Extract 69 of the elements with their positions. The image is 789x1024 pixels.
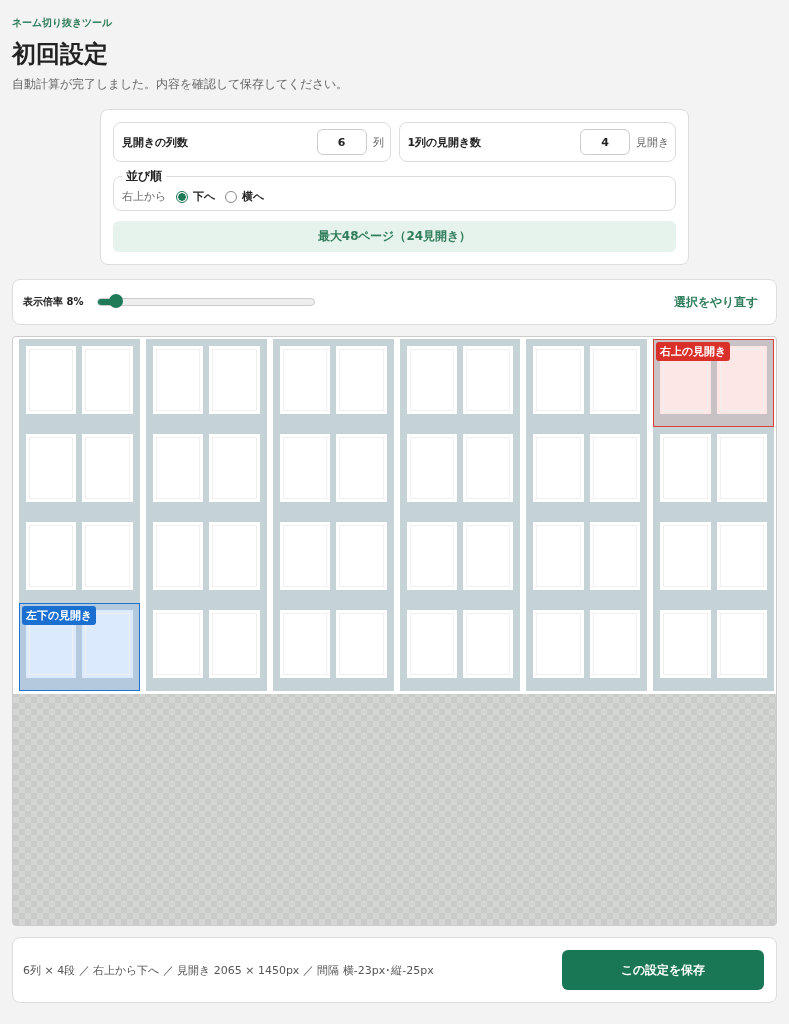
app-name: ネーム切り抜きツール <box>12 16 113 30</box>
unit-label: 列 <box>372 134 384 150</box>
field-label: 1列の見開き数 <box>407 134 483 150</box>
page-thumbnail <box>209 346 260 414</box>
save-button[interactable]: この設定を保存 <box>562 950 764 990</box>
page-thumbnail <box>533 434 584 502</box>
page-thumbnail <box>209 434 260 502</box>
page-thumbnail <box>209 610 260 678</box>
reset-selection-link[interactable]: 選択をやり直す <box>674 293 758 311</box>
order-prefix: 右上から <box>122 189 166 204</box>
page-thumbnail <box>462 610 514 678</box>
page-thumbnail <box>279 346 331 414</box>
radio-option[interactable]: 下へ <box>176 189 215 204</box>
page-thumbnail <box>716 346 767 414</box>
radio-option[interactable]: 横へ <box>225 189 264 204</box>
page-thumbnail <box>589 346 641 414</box>
page-thumbnail <box>336 346 387 414</box>
page-thumbnail <box>279 610 331 678</box>
page-thumbnail <box>533 610 584 678</box>
spread-tag: 右上の見開き <box>656 342 731 361</box>
field-label: 見開きの列数 <box>122 134 189 150</box>
number-field[interactable]: 6 <box>316 129 367 155</box>
page-title: 初回設定 <box>12 39 109 70</box>
unit-label: 見開き <box>636 134 669 150</box>
page-thumbnail <box>406 346 457 414</box>
page-thumbnail <box>589 522 641 590</box>
spread-tag: 左下の見開き <box>22 606 96 625</box>
page-thumbnail <box>462 434 514 502</box>
page-thumbnail <box>152 610 204 678</box>
page-thumbnail <box>336 434 387 502</box>
page-subtitle: 自動計算が完了しました。内容を確認して保存してください。 <box>12 76 349 93</box>
page-thumbnail <box>660 610 711 678</box>
page-thumbnail <box>26 522 77 590</box>
page-thumbnail <box>82 610 133 678</box>
page-thumbnail <box>82 346 133 414</box>
page-thumbnail <box>462 346 514 414</box>
page-thumbnail <box>336 610 387 678</box>
layout-summary: 6列 × 4段 ／ 右上から下へ ／ 見開き 2065 × 1450px ／ 間隔 横-23px･縦-25px <box>23 962 434 978</box>
page-thumbnail <box>406 610 457 678</box>
page-thumbnail <box>660 522 711 590</box>
page-thumbnail <box>152 434 204 502</box>
spread-thumbnail[interactable]: 右上の見開き <box>653 339 774 427</box>
page-thumbnail <box>279 522 331 590</box>
page-thumbnail <box>660 434 711 502</box>
page-thumbnail <box>716 522 767 590</box>
page-thumbnail <box>82 434 133 502</box>
page-thumbnail <box>589 434 641 502</box>
page-thumbnail <box>533 522 584 590</box>
slider-thumb[interactable] <box>108 294 123 308</box>
group-legend: 並び順 <box>122 168 166 185</box>
page-thumbnail <box>152 522 204 590</box>
number-field[interactable]: 4 <box>580 129 630 155</box>
page-thumbnail <box>406 434 457 502</box>
page-thumbnail <box>209 522 260 590</box>
page-thumbnail <box>152 346 204 414</box>
page-thumbnail <box>716 610 767 678</box>
zoom-label: 表示倍率 8% <box>23 295 84 309</box>
page-thumbnail <box>279 434 331 502</box>
page-thumbnail <box>336 522 387 590</box>
page-thumbnail <box>589 610 641 678</box>
page-thumbnail <box>406 522 457 590</box>
page-thumbnail <box>26 434 77 502</box>
page-thumbnail <box>716 434 767 502</box>
page-count-summary: 最大48ページ（24見開き） <box>113 221 676 252</box>
page-thumbnail <box>26 346 77 414</box>
page-thumbnail <box>462 522 514 590</box>
page-thumbnail <box>82 522 133 590</box>
spread-thumbnail[interactable]: 左下の見開き <box>19 603 140 691</box>
page-thumbnail <box>533 346 584 414</box>
